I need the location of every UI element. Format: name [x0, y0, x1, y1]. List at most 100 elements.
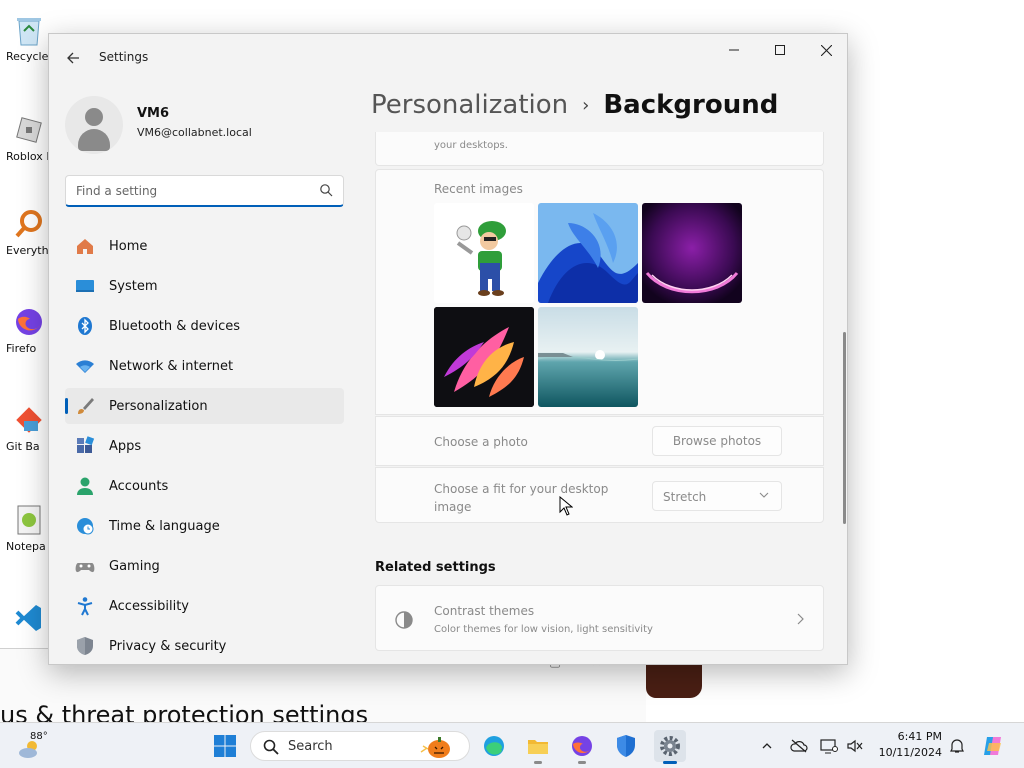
user-profile[interactable]: VM6 VM6@collabnet.local [65, 96, 355, 156]
sidebar-item-label: Time & language [109, 518, 220, 534]
search-icon [320, 184, 333, 197]
contrast-themes-link[interactable]: Contrast themes Color themes for low vis… [375, 585, 824, 651]
user-email: VM6@collabnet.local [137, 126, 252, 139]
vscode-icon [11, 600, 47, 636]
taskbar-search-label: Search [288, 739, 333, 754]
shield-icon [75, 636, 95, 656]
choose-photo-label: Choose a photo [434, 435, 528, 449]
sidebar-item-label: Personalization [109, 398, 208, 414]
recent-images-label: Recent images [434, 182, 523, 196]
search-icon [263, 739, 279, 755]
notifications-button[interactable] [946, 735, 968, 757]
choose-fit-label: Choose a fit for your desktop image [434, 482, 609, 514]
desktop-icon-notepad[interactable]: Notepa [6, 498, 52, 578]
pumpkin-icon [420, 737, 450, 758]
sidebar-item-label: Accessibility [109, 598, 189, 614]
taskbar-file-explorer[interactable] [522, 730, 554, 764]
choose-fit-card: Choose a fit for your desktop image Stre… [375, 467, 824, 523]
system-icon [75, 276, 95, 296]
browse-photos-button[interactable]: Browse photos [652, 426, 782, 456]
sidebar-item-network[interactable]: Network & internet [65, 348, 344, 384]
recent-image-4[interactable] [434, 307, 534, 407]
accounts-icon [75, 476, 95, 496]
mouse-cursor-icon [559, 496, 573, 516]
recent-image-5[interactable] [538, 307, 638, 407]
sidebar-item-label: Accounts [109, 478, 169, 494]
recent-image-3[interactable] [642, 203, 742, 303]
desktop-icon-firefox[interactable]: Firefo [6, 300, 52, 380]
recent-images-card: Recent images [375, 169, 824, 415]
git-bash-icon [11, 402, 47, 438]
bluetooth-icon [75, 316, 95, 336]
search-input[interactable] [76, 182, 306, 200]
back-button[interactable] [61, 46, 85, 70]
sidebar-item-accounts[interactable]: Accounts [65, 468, 344, 504]
maximize-button[interactable] [757, 34, 803, 66]
chevron-down-icon [759, 492, 769, 498]
recent-image-1[interactable] [434, 203, 534, 303]
page-title: Background [603, 90, 779, 120]
sidebar-item-home[interactable]: Home [65, 228, 344, 264]
clock-time: 6:41 PM [897, 730, 942, 743]
taskbar-settings[interactable] [654, 730, 686, 764]
show-hidden-icons-button[interactable] [756, 735, 778, 757]
back-arrow-icon [67, 52, 79, 64]
breadcrumb: Personalization › Background [371, 90, 778, 130]
taskbar-firefox[interactable] [566, 730, 598, 764]
sidebar-item-time-language[interactable]: Time & language [65, 508, 344, 544]
copilot-button[interactable] [980, 735, 1006, 757]
sidebar-item-label: Privacy & security [109, 638, 227, 654]
firefox-icon [11, 304, 47, 340]
speaker-muted-icon [847, 739, 863, 753]
maximize-icon [775, 45, 785, 55]
taskbar: 88° Search 6:41 PM 10/11/2024 [0, 722, 1024, 768]
close-button[interactable] [803, 34, 847, 66]
content-scrollbar[interactable] [843, 332, 846, 524]
tray-volume-muted[interactable] [844, 735, 866, 757]
sidebar-item-privacy[interactable]: Privacy & security [65, 628, 344, 664]
sidebar-item-accessibility[interactable]: Accessibility [65, 588, 344, 624]
close-icon [820, 44, 832, 56]
breadcrumb-personalization[interactable]: Personalization [371, 90, 568, 120]
start-button[interactable] [209, 730, 241, 762]
globe-clock-icon [75, 516, 95, 536]
desktop-icon-git-bash[interactable]: Git Ba [6, 398, 52, 478]
monitor-icon [820, 739, 838, 754]
contrast-themes-subtitle: Color themes for low vision, light sensi… [434, 624, 653, 635]
sidebar-item-apps[interactable]: Apps [65, 428, 344, 464]
taskbar-defender[interactable] [610, 730, 642, 762]
taskbar-edge[interactable] [478, 730, 510, 762]
gamepad-icon [75, 556, 95, 576]
taskbar-search[interactable]: Search [250, 731, 470, 761]
firefox-icon [572, 736, 592, 756]
weather-widget[interactable]: 88° [14, 729, 64, 763]
folder-icon [528, 740, 548, 754]
tray-display[interactable] [818, 735, 840, 757]
desktop-icon-recycle-bin[interactable]: Recycle [6, 8, 52, 88]
window-title: Settings [99, 50, 149, 64]
background-app-fragment [646, 664, 702, 698]
desktop-icon-everything[interactable]: Everyth [6, 202, 52, 282]
recent-image-2[interactable] [538, 203, 638, 303]
sidebar-item-label: System [109, 278, 158, 294]
find-setting-search[interactable] [65, 175, 344, 207]
contrast-themes-title: Contrast themes [434, 604, 535, 618]
minimize-button[interactable] [711, 34, 757, 66]
fit-dropdown[interactable]: Stretch [652, 481, 782, 511]
settings-window: Settings VM6 VM6@collabnet.local Home [48, 33, 848, 665]
chevron-right-icon [797, 613, 804, 625]
user-name: VM6 [137, 106, 170, 121]
system-clock[interactable]: 6:41 PM 10/11/2024 [874, 729, 942, 761]
sidebar-item-personalization[interactable]: Personalization [65, 388, 344, 424]
sidebar-item-system[interactable]: System [65, 268, 344, 304]
desktop-icon-roblox[interactable]: Roblox P [6, 108, 53, 188]
cloud-offline-icon [790, 739, 808, 753]
tray-network-disconnected[interactable] [788, 735, 810, 757]
sidebar-item-bluetooth[interactable]: Bluetooth & devices [65, 308, 344, 344]
sidebar-item-label: Gaming [109, 558, 160, 574]
sidebar-item-gaming[interactable]: Gaming [65, 548, 344, 584]
contrast-icon [395, 611, 413, 629]
title-bar[interactable]: Settings [49, 34, 847, 82]
sidebar-item-label: Network & internet [109, 358, 234, 374]
avatar [65, 96, 123, 154]
